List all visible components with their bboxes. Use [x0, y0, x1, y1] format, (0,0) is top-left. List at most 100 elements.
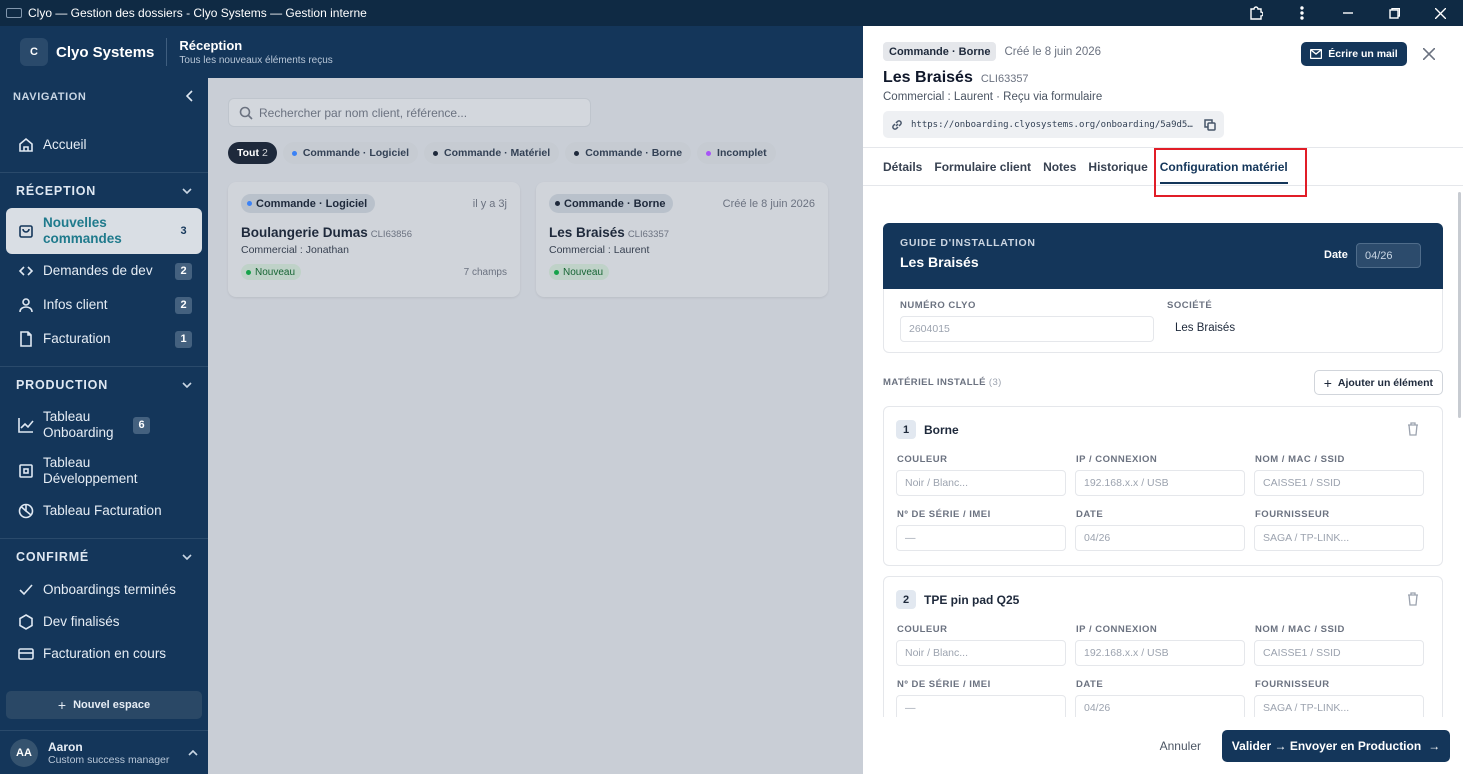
extension-icon[interactable]: [1233, 0, 1279, 26]
add-element-button[interactable]: + Ajouter un élément: [1313, 370, 1443, 395]
sidebar-item-infos-client[interactable]: Infos client 2: [0, 288, 208, 322]
sidebar-item-tableau-facturation[interactable]: Tableau Facturation: [0, 494, 208, 528]
count-badge: 2: [175, 296, 192, 314]
validate-label: Valider → Envoyer en Production: [1231, 738, 1422, 753]
type-pill: Commande · Borne: [549, 194, 674, 213]
plus-icon: +: [57, 697, 67, 713]
pie-chart-icon: [17, 502, 35, 520]
panel-scrollbar[interactable]: [1458, 192, 1461, 418]
section-reception[interactable]: RÉCEPTION: [0, 172, 208, 208]
sidebar: NAVIGATION Accueil RÉCEPTION Nouvelles c…: [0, 78, 208, 774]
section-label: PRODUCTION: [16, 377, 109, 392]
nom-input[interactable]: CAISSE1 / SSID: [1254, 640, 1424, 666]
search-placeholder: Rechercher par nom client, référence...: [259, 105, 468, 120]
section-confirme[interactable]: CONFIRMÉ: [0, 538, 208, 574]
card-commercial: Commercial : Jonathan: [241, 244, 349, 256]
ip-input[interactable]: 192.168.x.x / USB: [1075, 470, 1245, 496]
sidebar-item-tableau-onboarding[interactable]: Tableau Onboarding 6: [0, 402, 208, 448]
copy-icon[interactable]: [1204, 118, 1216, 131]
tab-details[interactable]: Détails: [883, 148, 922, 186]
user-profile[interactable]: AA Aaron Custom success manager: [0, 730, 208, 774]
app-header: C Clyo Systems Réception Tous les nouvea…: [0, 26, 863, 78]
credit-card-icon: [17, 645, 35, 663]
detail-panel: Commande · Borne Créé le 8 juin 2026 Les…: [863, 26, 1463, 774]
write-email-button[interactable]: Écrire un mail: [1301, 42, 1407, 66]
more-menu-icon[interactable]: [1279, 0, 1325, 26]
date-field[interactable]: 04/26: [1075, 695, 1245, 717]
field-label: Nº DE SÉRIE / IMEI: [897, 509, 991, 520]
close-window-button[interactable]: [1417, 0, 1463, 26]
client-info: NUMÉRO CLYO 2604015 SOCIÉTÉ Les Braisés: [883, 289, 1443, 353]
onboarding-url[interactable]: https://onboarding.clyosystems.org/onboa…: [883, 111, 1224, 138]
field-label: IP / CONNEXION: [1076, 624, 1158, 635]
order-card[interactable]: Commande · Logiciel il y a 3j Boulangeri…: [228, 182, 520, 297]
panel-title: Les Braisés CLI63357: [883, 69, 1029, 86]
item-number: 1: [896, 420, 916, 439]
trash-icon[interactable]: [1407, 592, 1419, 609]
couleur-input[interactable]: Noir / Blanc...: [896, 640, 1066, 666]
sidebar-item-nouvelles-commandes[interactable]: Nouvelles commandes 3: [6, 208, 202, 254]
date-input[interactable]: 04/26: [1356, 243, 1421, 268]
card-ref: CLI63856: [370, 229, 412, 240]
sidebar-item-facturation-en-cours[interactable]: Facturation en cours: [0, 638, 208, 670]
field-label: NOM / MAC / SSID: [1255, 624, 1345, 635]
nom-input[interactable]: CAISSE1 / SSID: [1254, 470, 1424, 496]
sidebar-item-label: Facturation: [43, 331, 111, 346]
search-input[interactable]: Rechercher par nom client, référence...: [228, 98, 591, 127]
main-content: Rechercher par nom client, référence... …: [208, 78, 863, 774]
numero-clyo-input[interactable]: 2604015: [900, 316, 1154, 342]
sidebar-item-accueil[interactable]: Accueil: [0, 128, 208, 162]
count-badge: 6: [133, 416, 150, 434]
collapse-sidebar-icon[interactable]: [185, 89, 194, 105]
serie-input[interactable]: —: [896, 695, 1066, 717]
field-label: COULEUR: [897, 454, 948, 465]
field-label: DATE: [1076, 509, 1104, 520]
shopping-bag-icon: [17, 222, 35, 240]
panel-tabs: Détails Formulaire client Notes Historiq…: [863, 148, 1463, 197]
sidebar-item-facturation[interactable]: Facturation 1: [0, 322, 208, 356]
serie-input[interactable]: —: [896, 525, 1066, 551]
date-field[interactable]: 04/26: [1075, 525, 1245, 551]
maximize-button[interactable]: [1371, 0, 1417, 26]
nav-heading-label: NAVIGATION: [13, 91, 87, 103]
plus-icon: +: [1323, 374, 1332, 391]
validate-send-production-button[interactable]: Valider → Envoyer en Production →: [1222, 729, 1450, 762]
close-panel-button[interactable]: [1419, 44, 1439, 64]
order-card[interactable]: Commande · Borne Créé le 8 juin 2026 Les…: [536, 182, 828, 297]
chevron-down-icon: [182, 381, 192, 388]
tab-historique[interactable]: Historique: [1088, 148, 1147, 186]
filter-chip-logiciel[interactable]: Commande · Logiciel: [282, 142, 418, 164]
minimize-button[interactable]: [1325, 0, 1371, 26]
fournisseur-input[interactable]: SAGA / TP-LINK...: [1254, 695, 1424, 717]
sidebar-item-label: Tableau Onboarding: [43, 409, 114, 440]
fournisseur-input[interactable]: SAGA / TP-LINK...: [1254, 525, 1424, 551]
sidebar-item-label: Accueil: [43, 137, 87, 152]
new-space-button[interactable]: + Nouvel espace: [6, 691, 202, 719]
avatar: AA: [10, 738, 38, 767]
sidebar-item-tableau-developpement[interactable]: Tableau Développement: [0, 448, 208, 494]
materiel-item: 2 TPE pin pad Q25 COULEUR Noir / Blanc..…: [883, 576, 1443, 717]
filter-chip-borne[interactable]: Commande · Borne: [565, 142, 692, 164]
chevron-down-icon: [182, 187, 192, 194]
sidebar-item-onboardings-termines[interactable]: Onboardings terminés: [0, 574, 208, 606]
status-dot: [291, 150, 297, 156]
section-production[interactable]: PRODUCTION: [0, 366, 208, 402]
filter-chip-incomplet[interactable]: Incomplet: [697, 142, 776, 164]
user-icon: [17, 296, 35, 314]
tab-notes[interactable]: Notes: [1043, 148, 1076, 186]
trash-icon[interactable]: [1407, 422, 1419, 439]
sidebar-item-label: Tableau Facturation: [43, 503, 162, 518]
filter-chip-tout[interactable]: Tout 2: [228, 142, 277, 164]
panel-footer: Annuler Valider → Envoyer en Production →: [863, 717, 1463, 774]
filter-chip-materiel[interactable]: Commande · Matériel: [424, 142, 560, 164]
couleur-input[interactable]: Noir / Blanc...: [896, 470, 1066, 496]
type-tag: Commande · Borne: [883, 42, 997, 61]
field-label: IP / CONNEXION: [1076, 454, 1158, 465]
chip-icon: [17, 462, 35, 480]
sidebar-item-demandes-de-dev[interactable]: Demandes de dev 2: [0, 254, 208, 288]
sidebar-item-dev-finalises[interactable]: Dev finalisés: [0, 606, 208, 638]
cancel-button[interactable]: Annuler: [1160, 739, 1201, 753]
brand-name: Clyo Systems: [56, 43, 155, 61]
tab-formulaire-client[interactable]: Formulaire client: [934, 148, 1031, 186]
ip-input[interactable]: 192.168.x.x / USB: [1075, 640, 1245, 666]
